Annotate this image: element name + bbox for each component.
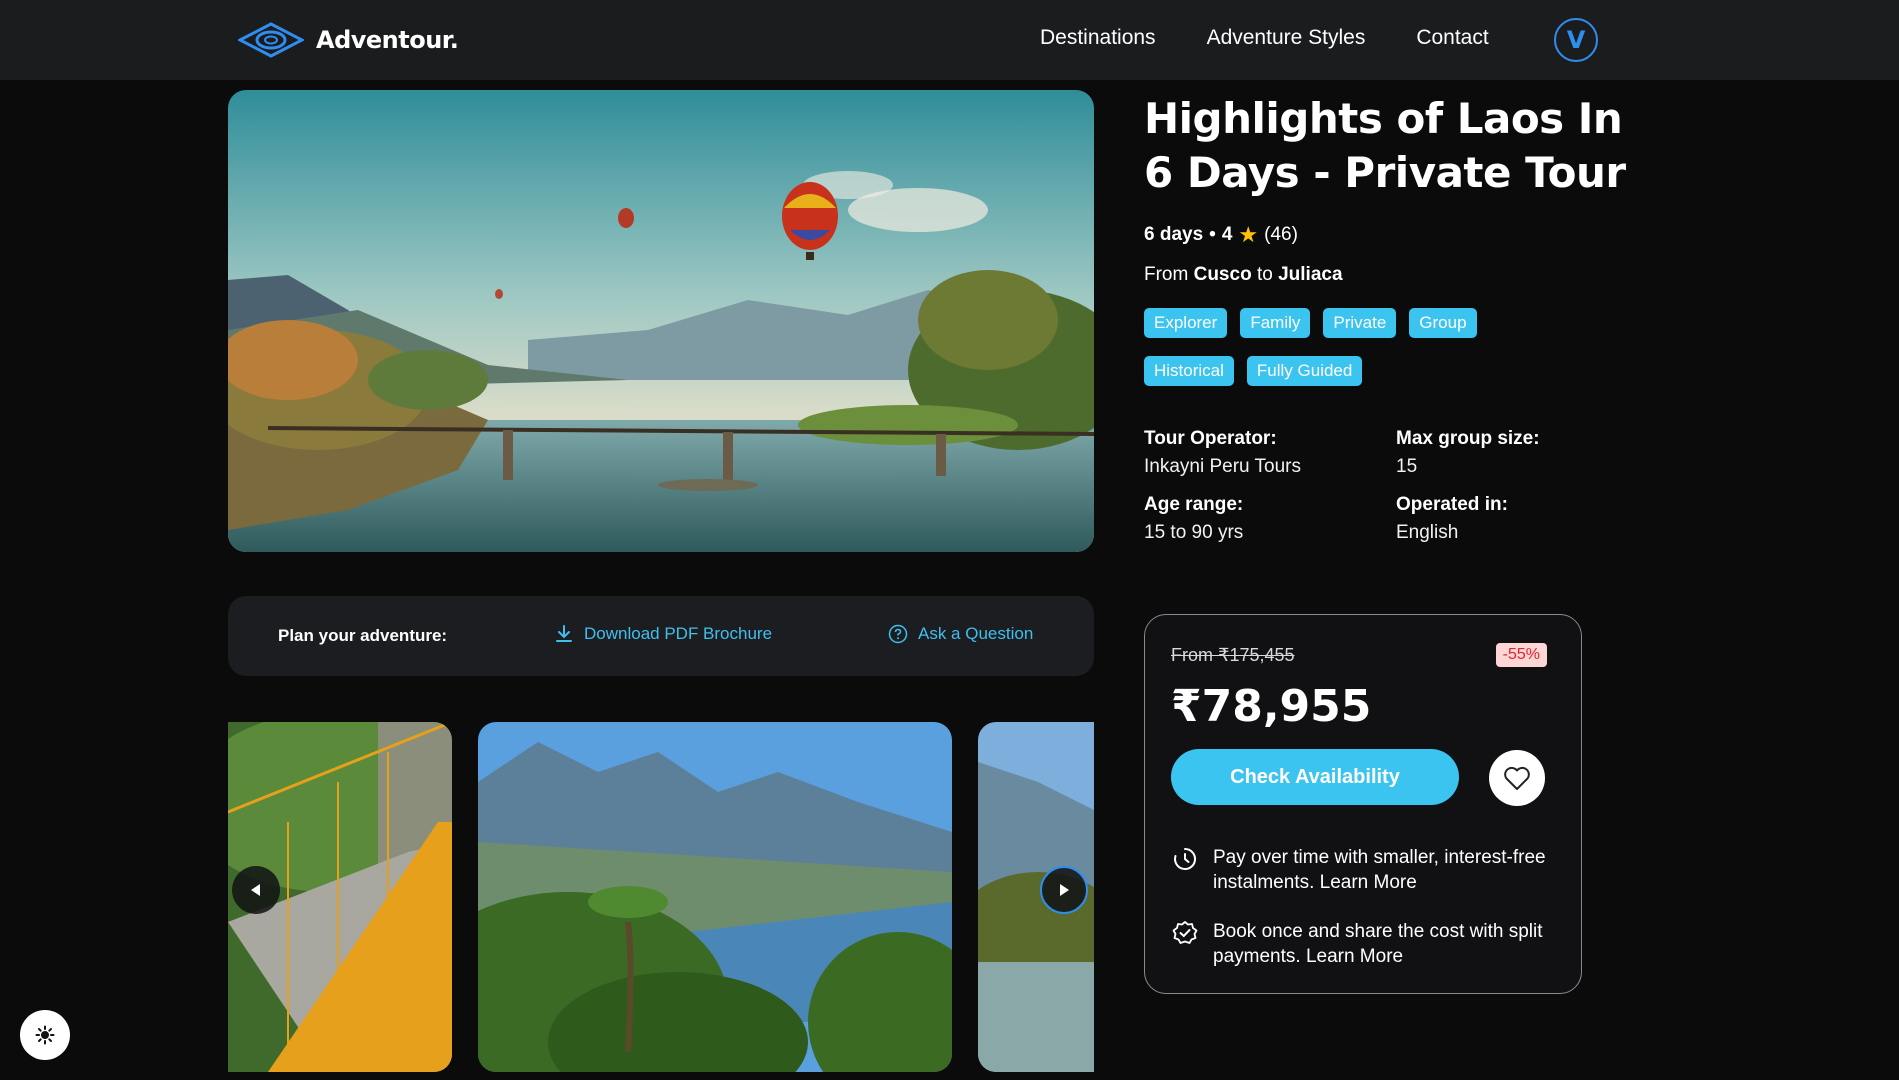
fact-label: Max group size: (1396, 428, 1540, 449)
wishlist-button[interactable] (1489, 750, 1545, 806)
fact-value: English (1396, 522, 1459, 543)
theme-toggle-button[interactable] (20, 1010, 70, 1060)
tour-meta: 6 days • 4 ★ (46) (1144, 222, 1298, 248)
tour-route: From Cusco to Juliaca (1144, 264, 1343, 286)
current-price: ₹78,955 (1171, 681, 1372, 732)
top-nav-bar: Adventour. Destinations Adventure Styles… (0, 0, 1899, 80)
tour-rating: 4 (1221, 224, 1233, 245)
discount-badge: -55% (1495, 643, 1547, 667)
heart-icon (1504, 766, 1530, 790)
sun-gear-icon (35, 1025, 55, 1045)
main-nav: Destinations Adventure Styles Contact (1040, 26, 1489, 50)
tour-facts: Tour Operator: Inkayni Peru Tours Max gr… (1144, 428, 1596, 544)
tour-duration: 6 days (1144, 224, 1204, 245)
tag-fully-guided[interactable]: Fully Guided (1246, 356, 1363, 386)
question-circle-icon (888, 624, 908, 644)
meta-separator: • (1209, 224, 1216, 245)
verified-badge-icon (1172, 921, 1198, 944)
route-destination: Juliaca (1278, 264, 1343, 285)
fact-label: Age range: (1144, 494, 1244, 515)
fact-age-range: Age range: 15 to 90 yrs (1144, 494, 1396, 544)
tag-family[interactable]: Family (1240, 308, 1311, 338)
split-payment-perk: Book once and share the cost with split … (1171, 919, 1561, 969)
check-availability-button[interactable]: Check Availability (1171, 749, 1459, 805)
triangle-right-icon (1060, 884, 1069, 896)
instalments-perk: Pay over time with smaller, interest-fre… (1171, 845, 1561, 895)
star-icon: ★ (1238, 222, 1259, 247)
tour-title: Highlights of Laos In 6 Days - Private T… (1144, 94, 1626, 197)
user-avatar[interactable]: V (1554, 18, 1598, 62)
fact-value: Inkayni Peru Tours (1144, 456, 1302, 477)
instalments-learn-more[interactable]: Learn More (1320, 872, 1417, 893)
review-count[interactable]: (46) (1264, 224, 1298, 246)
route-origin: Cusco (1193, 264, 1252, 285)
download-brochure-link[interactable]: Download PDF Brochure (554, 624, 772, 644)
hero-photo (228, 90, 1094, 552)
route-to-word: to (1256, 264, 1273, 285)
brand-logo[interactable]: Adventour. (238, 20, 459, 60)
tag-explorer[interactable]: Explorer (1144, 308, 1228, 338)
nav-adventure-styles[interactable]: Adventure Styles (1207, 26, 1366, 50)
split-payment-learn-more[interactable]: Learn More (1306, 946, 1403, 967)
original-price: From ₹175,455 (1171, 645, 1295, 665)
fact-operated-in: Operated in: English (1396, 494, 1596, 544)
plan-your-adventure-bar: Plan your adventure: Download PDF Brochu… (228, 596, 1094, 676)
plan-label: Plan your adventure: (278, 626, 448, 645)
tag-group[interactable]: Group (1409, 308, 1477, 338)
clock-pay-icon (1174, 847, 1197, 870)
route-from-word: From (1144, 264, 1189, 285)
nav-contact[interactable]: Contact (1416, 26, 1488, 50)
gallery-prev-button[interactable] (232, 866, 280, 914)
fact-max-group-size: Max group size: 15 (1396, 428, 1596, 478)
fact-value: 15 (1396, 456, 1418, 477)
tag-historical[interactable]: Historical (1144, 356, 1234, 386)
gallery-photo-river-valley[interactable] (478, 722, 952, 1072)
river-balloon-scene (228, 90, 1094, 552)
nav-destinations[interactable]: Destinations (1040, 26, 1156, 50)
fact-value: 15 to 90 yrs (1144, 522, 1244, 543)
tag-private[interactable]: Private (1323, 308, 1397, 338)
fact-label: Operated in: (1396, 494, 1508, 515)
brand-name: Adventour. (316, 26, 459, 54)
fact-label: Tour Operator: (1144, 428, 1277, 449)
fact-tour-operator: Tour Operator: Inkayni Peru Tours (1144, 428, 1396, 478)
logo-eye-icon (238, 22, 304, 58)
download-brochure-label: Download PDF Brochure (584, 624, 773, 643)
photo-gallery-carousel (228, 722, 1094, 1072)
triangle-left-icon (251, 884, 260, 896)
ask-question-label: Ask a Question (918, 624, 1034, 643)
ask-question-link[interactable]: Ask a Question (888, 624, 1033, 644)
tour-tags: Explorer Family Private Group Historical… (1144, 308, 1564, 386)
download-icon (556, 625, 572, 642)
gallery-next-button[interactable] (1040, 866, 1088, 914)
price-card: From ₹175,455 -55% ₹78,955 Check Availab… (1144, 614, 1582, 994)
